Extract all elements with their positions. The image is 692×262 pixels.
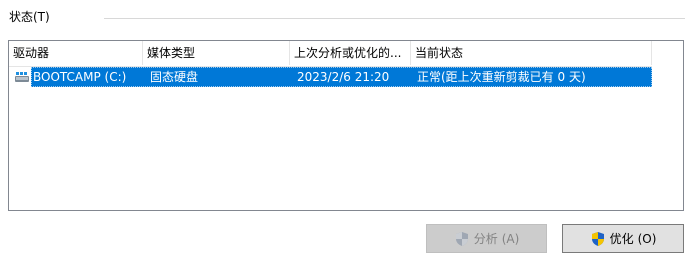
- cell-drive: BOOTCAMP (C:): [33, 70, 127, 84]
- selected-row-highlight: BOOTCAMP (C:) 固态硬盘 2023/2/6 21:20 正常(距上次…: [31, 67, 652, 87]
- optimize-button[interactable]: 优化 (O): [562, 224, 684, 253]
- optimize-label: 优化: [609, 232, 634, 246]
- analyze-button[interactable]: 分析 (A): [426, 224, 547, 253]
- group-divider: [104, 18, 685, 19]
- column-media-type[interactable]: 媒体类型: [143, 41, 290, 65]
- analyze-label: 分析: [473, 232, 498, 246]
- cell-media-type: 固态硬盘: [150, 70, 199, 84]
- analyze-mnemonic: (A): [501, 231, 520, 246]
- optimize-mnemonic: (O): [637, 231, 657, 246]
- cell-last-optimized: 2023/2/6 21:20: [297, 70, 390, 84]
- cell-current-status: 正常(距上次重新剪裁已有 0 天): [417, 70, 586, 84]
- table-row[interactable]: BOOTCAMP (C:) 固态硬盘 2023/2/6 21:20 正常(距上次…: [9, 67, 652, 87]
- list-header: 驱动器 媒体类型 上次分析或优化的... 当前状态: [9, 41, 652, 67]
- column-current-status[interactable]: 当前状态: [411, 41, 652, 65]
- uac-shield-icon: [590, 231, 606, 247]
- uac-shield-icon: [454, 231, 470, 247]
- column-drive[interactable]: 驱动器: [9, 41, 143, 65]
- column-last-optimized[interactable]: 上次分析或优化的...: [290, 41, 411, 65]
- drive-icon: [14, 71, 30, 83]
- drive-list[interactable]: 驱动器 媒体类型 上次分析或优化的... 当前状态 BOOTCAMP (C:) …: [8, 40, 684, 211]
- status-group-label: 状态(T): [9, 10, 50, 24]
